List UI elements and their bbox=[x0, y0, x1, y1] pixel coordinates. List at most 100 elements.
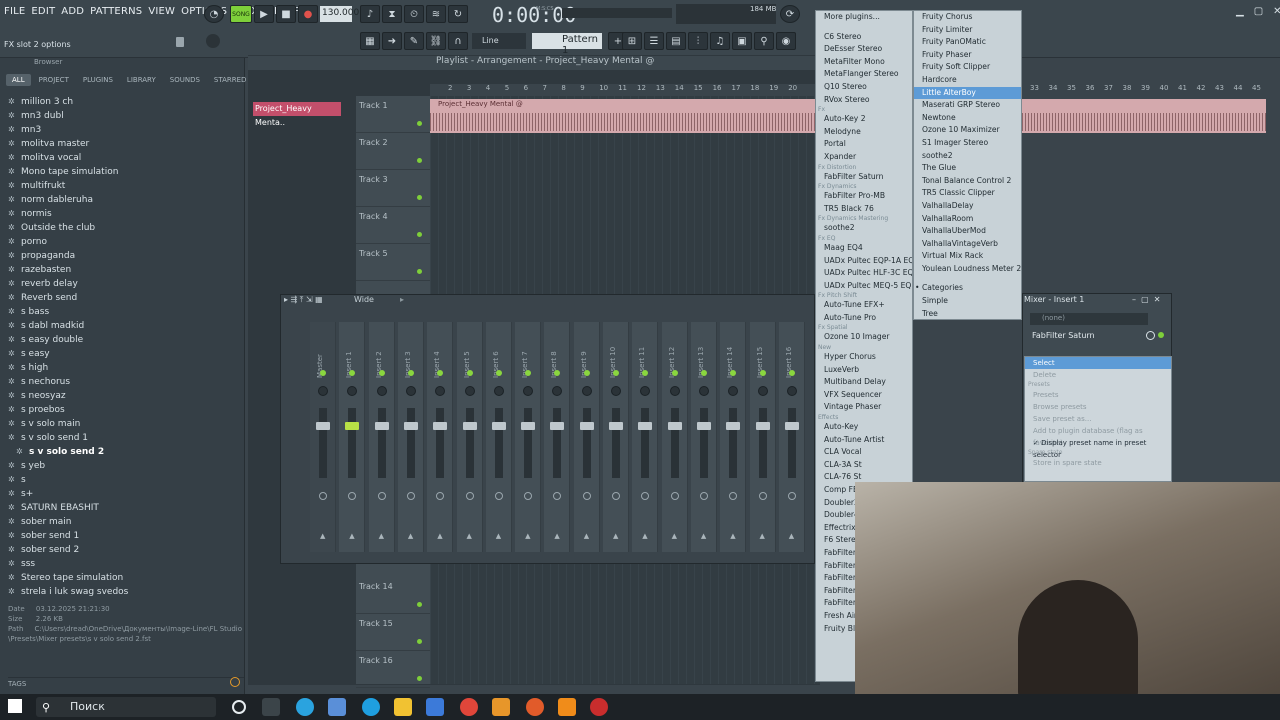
fader-cap[interactable] bbox=[784, 422, 799, 430]
route-arrow-icon[interactable]: ▲ bbox=[701, 532, 706, 540]
plugin-menu-item[interactable]: MetaFilter Mono bbox=[816, 56, 912, 69]
chrome-icon[interactable] bbox=[460, 698, 478, 716]
mixer-strip[interactable]: Insert 10 ▲ bbox=[603, 322, 629, 552]
send-knob[interactable] bbox=[319, 492, 327, 500]
volume-fader[interactable] bbox=[670, 408, 679, 478]
plugin-menu-item[interactable]: Auto-Key bbox=[816, 421, 912, 434]
track-header[interactable]: Track 15 bbox=[356, 614, 430, 651]
pan-knob[interactable] bbox=[493, 386, 504, 396]
volume-fader[interactable] bbox=[582, 408, 591, 478]
volume-fader[interactable] bbox=[787, 408, 796, 478]
strip-enable-indicator[interactable] bbox=[525, 370, 532, 376]
browser-item[interactable]: ✲ normis bbox=[8, 207, 243, 221]
mixer-strip[interactable]: Insert 3 ▲ bbox=[397, 322, 424, 552]
context-menu-item[interactable]: Save preset as... bbox=[1025, 413, 1171, 425]
strip-enable-indicator[interactable] bbox=[378, 370, 385, 376]
plugin-menu-item[interactable]: ValhallaVintageVerb bbox=[914, 238, 1021, 251]
plugin-menu-item[interactable]: Maserati GRP Stereo bbox=[914, 99, 1021, 112]
track-enable-indicator[interactable] bbox=[417, 269, 422, 274]
windows-start-icon[interactable] bbox=[8, 699, 22, 713]
volume-fader[interactable] bbox=[348, 408, 357, 478]
microphone-icon[interactable]: ⚲ bbox=[754, 32, 774, 50]
send-knob[interactable] bbox=[436, 492, 445, 500]
route-arrow-icon[interactable]: ▲ bbox=[467, 532, 472, 540]
volume-fader[interactable] bbox=[729, 408, 738, 478]
browser-item[interactable]: ✲ sober send 1 bbox=[8, 529, 243, 543]
browser-item[interactable]: ✲ razebasten bbox=[8, 263, 243, 277]
plugin-picker-icon[interactable]: ♫ bbox=[710, 32, 730, 50]
plugin-menu-item[interactable]: Ozone 10 Imager bbox=[816, 331, 912, 344]
tags-bar[interactable]: TAGS bbox=[8, 677, 244, 691]
fader-cap[interactable] bbox=[521, 422, 536, 430]
route-arrow-icon[interactable]: ▲ bbox=[379, 532, 384, 540]
search-icon[interactable] bbox=[230, 677, 240, 687]
track-enable-indicator[interactable] bbox=[417, 232, 422, 237]
context-menu-item[interactable]: Browse presets bbox=[1025, 401, 1171, 413]
menu-view[interactable]: VIEW bbox=[148, 6, 175, 17]
mixer-strip[interactable]: Insert 7 ▲ bbox=[515, 322, 542, 552]
browser-item[interactable]: ✲ s+ bbox=[8, 487, 243, 501]
context-menu-item[interactable]: Store in spare state bbox=[1025, 457, 1171, 469]
tempo-display[interactable]: 130.000 bbox=[320, 6, 359, 22]
camera-icon[interactable] bbox=[328, 698, 346, 716]
plugin-menu-item[interactable]: Fruity Limiter bbox=[914, 24, 1021, 37]
volume-fader[interactable] bbox=[641, 408, 650, 478]
plugin-menu-item[interactable]: MetaFlanger Stereo bbox=[816, 68, 912, 81]
browser-item[interactable]: ✲ s easy double bbox=[8, 333, 243, 347]
send-knob[interactable] bbox=[699, 492, 708, 500]
plugin-menu-item[interactable]: CLA-3A St bbox=[816, 459, 912, 472]
browser-item[interactable]: ✲ Mono tape simulation bbox=[8, 165, 243, 179]
track-enable-indicator[interactable] bbox=[417, 158, 422, 163]
send-knob[interactable] bbox=[406, 492, 415, 500]
plugin-menu-item[interactable]: ValhallaDelay bbox=[914, 200, 1021, 213]
pan-knob[interactable] bbox=[698, 386, 709, 396]
route-arrow-icon[interactable]: ▲ bbox=[760, 532, 765, 540]
plugin-menu-item[interactable]: TR5 Classic Clipper bbox=[914, 187, 1021, 200]
mixer-strip[interactable]: Insert 2 ▲ bbox=[368, 322, 395, 552]
plugin-menu-item[interactable]: Hyper Chorus bbox=[816, 351, 912, 364]
send-knob[interactable] bbox=[641, 492, 650, 500]
strip-enable-indicator[interactable] bbox=[407, 370, 414, 376]
browser-item[interactable]: ✲ s v solo send 2 bbox=[8, 445, 243, 459]
strip-enable-indicator[interactable] bbox=[613, 370, 619, 376]
send-knob[interactable] bbox=[670, 492, 679, 500]
browser-item[interactable]: ✲ Stereo tape simulation bbox=[8, 571, 243, 585]
strip-enable-indicator[interactable] bbox=[583, 370, 590, 376]
menu-add[interactable]: ADD bbox=[61, 6, 84, 17]
record-icon[interactable]: ● bbox=[298, 5, 318, 23]
arrow-right-icon[interactable]: ➜ bbox=[382, 32, 402, 50]
plugin-menu-item[interactable]: CLA Vocal bbox=[816, 446, 912, 459]
pencil-icon[interactable]: ✎ bbox=[404, 32, 424, 50]
pan-knob[interactable] bbox=[552, 386, 563, 396]
plugin-menu-item[interactable]: ValhallaRoom bbox=[914, 213, 1021, 226]
mixer-strip[interactable]: Insert 4 ▲ bbox=[427, 322, 454, 552]
plugin-menu-item[interactable]: Melodyne bbox=[816, 126, 912, 139]
strip-enable-indicator[interactable] bbox=[466, 370, 473, 376]
plugin-menu-item[interactable]: S1 Imager Stereo bbox=[914, 137, 1021, 150]
plugin-menu-item[interactable]: Multiband Delay bbox=[816, 376, 912, 389]
fl-studio-alt-icon[interactable] bbox=[526, 698, 544, 716]
send-knob[interactable] bbox=[377, 492, 386, 500]
tab-all[interactable]: ALL bbox=[6, 74, 31, 86]
mixer-strip[interactable]: Insert 9 ▲ bbox=[573, 322, 600, 552]
snap-selector[interactable]: Line bbox=[472, 33, 526, 49]
send-knob[interactable] bbox=[524, 492, 533, 500]
strip-enable-indicator[interactable] bbox=[349, 370, 356, 376]
volume-fader[interactable] bbox=[465, 408, 474, 478]
strip-enable-indicator[interactable] bbox=[437, 370, 444, 376]
send-knob[interactable] bbox=[787, 492, 796, 500]
browser-item[interactable]: ✲ sss bbox=[8, 557, 243, 571]
fader-cap[interactable] bbox=[755, 422, 770, 430]
mixer-strip[interactable]: Insert 15 ▲ bbox=[749, 322, 776, 552]
route-arrow-icon[interactable]: ▲ bbox=[584, 532, 589, 540]
fl-studio-icon[interactable] bbox=[558, 698, 576, 716]
mixer-strip[interactable]: Insert 13 ▲ bbox=[690, 322, 717, 552]
plugin-menu-item[interactable]: RVox Stereo bbox=[816, 94, 912, 107]
plugin-menu-item[interactable]: Youlean Loudness Meter 2 bbox=[914, 263, 1021, 276]
route-arrow-icon[interactable]: ▲ bbox=[437, 532, 442, 540]
mixer-strip[interactable]: Insert 16 ▲ bbox=[778, 322, 805, 552]
insert-close-icon[interactable]: ✕ bbox=[1154, 295, 1161, 304]
slot-mix-knob[interactable] bbox=[1146, 331, 1155, 340]
pattern-selector[interactable]: Pattern 1 bbox=[532, 33, 602, 56]
send-knob[interactable] bbox=[582, 492, 591, 500]
